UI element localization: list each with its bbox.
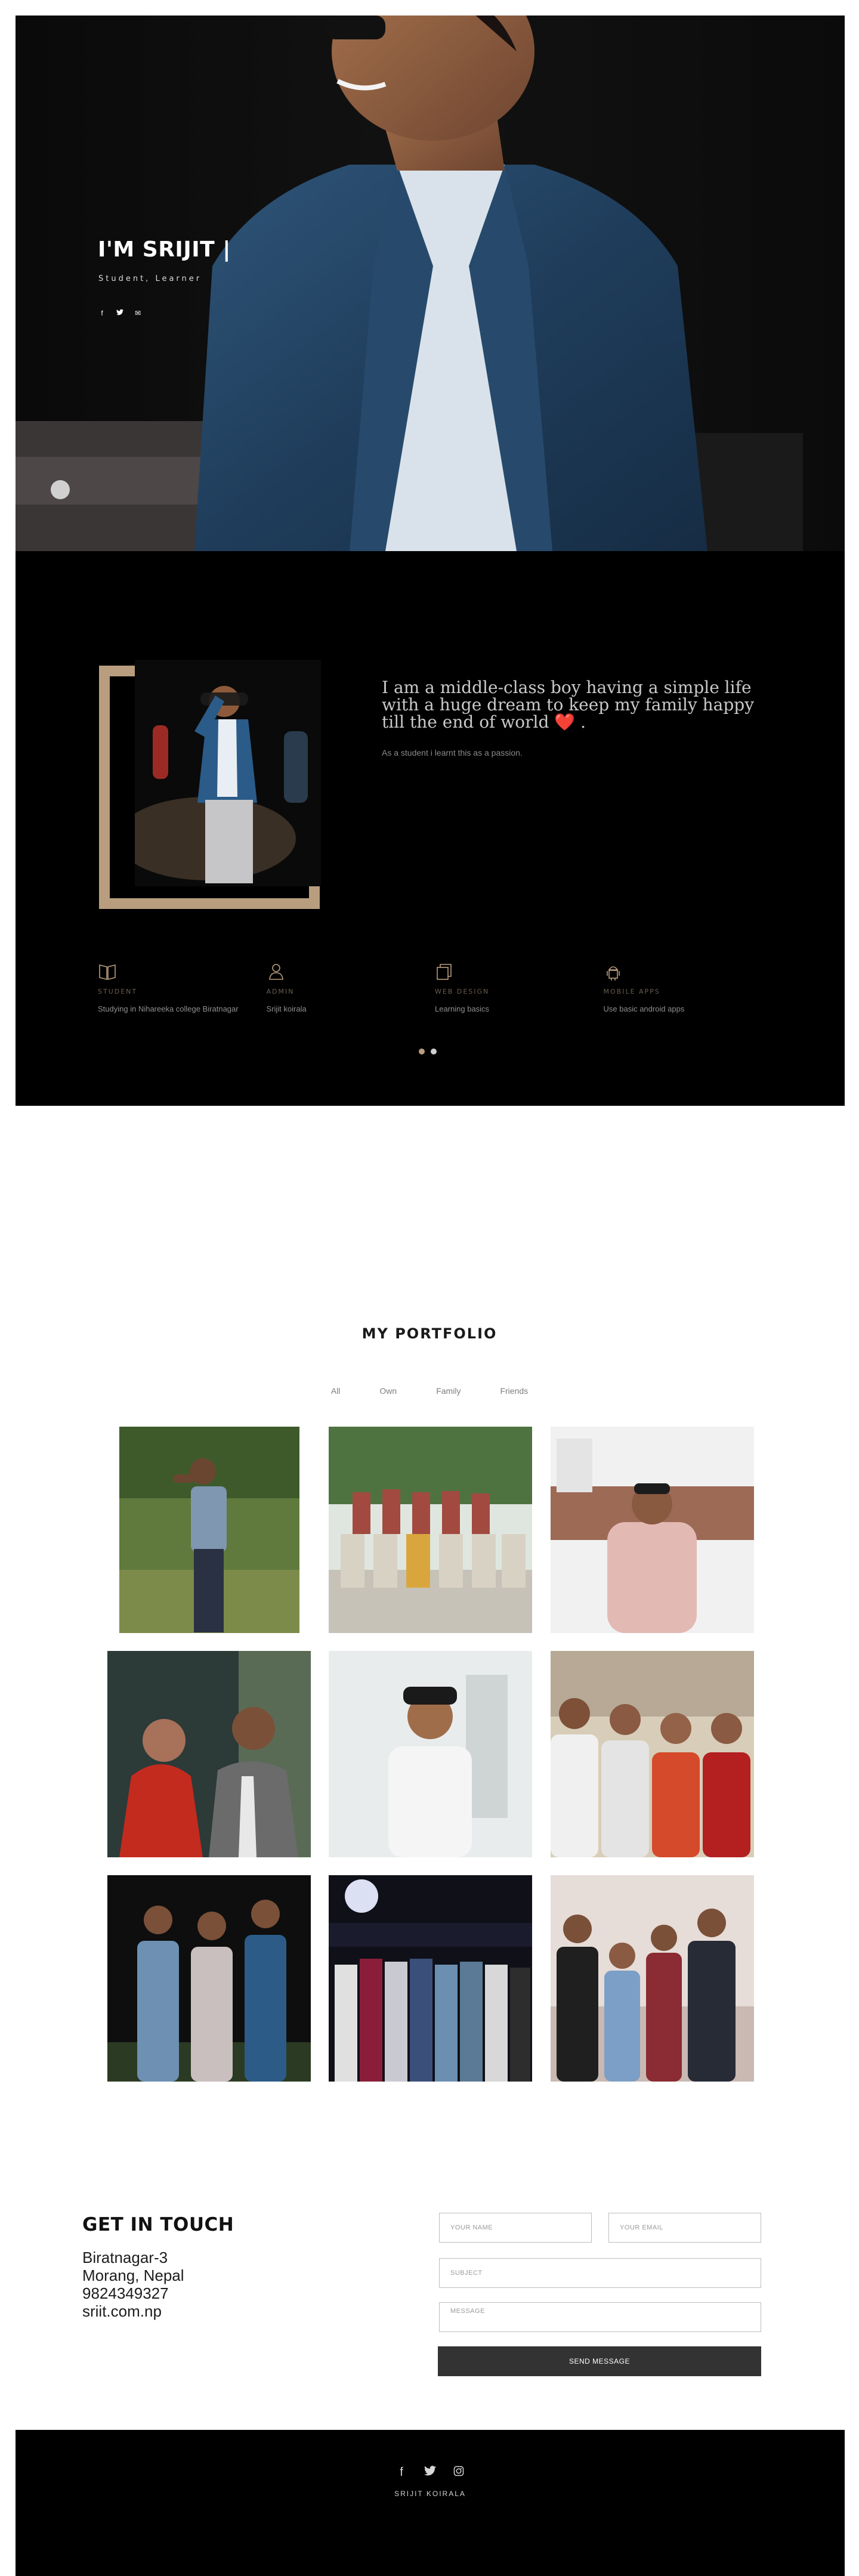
skill-title: ADMIN [266,988,295,995]
carousel-dot-2[interactable] [431,1049,437,1054]
carousel-dots [419,1049,437,1054]
skill-admin: ADMIN Srijit koirala [267,961,435,1015]
footer: f SRIJIT KOIRALA [16,2430,845,2576]
filter-friends[interactable]: Friends [500,1386,528,1396]
skill-text: Studying in Nihareeka college Biratnagar [98,1004,239,1013]
facebook-icon[interactable]: f [395,2466,407,2480]
contact-phone: 9824349327 [82,2284,169,2302]
instagram-icon[interactable] [453,2466,465,2480]
email-field[interactable] [608,2213,761,2243]
skill-text: Srijit koirala [266,1004,307,1013]
skill-text: Learning basics [435,1004,490,1013]
message-field[interactable] [439,2302,761,2332]
contact-website: sriit.com.np [82,2302,162,2320]
portfolio-image[interactable] [551,1651,754,1857]
heart-icon: ❤️ [554,712,576,732]
portfolio-image[interactable] [329,1427,532,1633]
android-icon [606,966,620,981]
facebook-icon[interactable]: f [98,309,106,317]
about-quote: I am a middle-class boy having a simple … [382,679,775,731]
admin-icon [268,964,283,980]
portfolio-image[interactable] [107,1875,311,2082]
portfolio-image[interactable] [329,1875,532,2082]
contact-details: Biratnagar-3 Morang, Nepal 9824349327 sr… [82,2249,184,2320]
book-icon [99,964,116,981]
filter-all[interactable]: All [331,1386,341,1396]
skills-row: STUDENT Studying in Nihareeka college Bi… [98,961,772,1015]
twitter-icon[interactable] [116,309,123,317]
skill-title: WEB DESIGN [435,988,490,995]
hero-title: I'M SRIJIT | [98,237,231,262]
skill-student: STUDENT Studying in Nihareeka college Bi… [98,961,267,1015]
page: I'M SRIJIT | Student, Learner f ✉ I am a… [0,0,859,2576]
filter-family[interactable]: Family [436,1386,461,1396]
portfolio-filters: All Own Family Friends [0,1386,859,1396]
about-note: As a student i learnt this as a passion. [382,748,523,757]
carousel-dot-1[interactable] [419,1049,425,1054]
portfolio-image[interactable] [551,1875,754,2082]
contact-address-line: Biratnagar-3 [82,2249,168,2266]
about-photo [135,660,321,886]
footer-name: SRIJIT KOIRALA [394,2490,466,2498]
contact-address-line: Morang, Nepal [82,2266,184,2284]
hero-section: I'M SRIJIT | Student, Learner f ✉ [16,16,845,551]
about-section: I am a middle-class boy having a simple … [16,551,845,1106]
hero-social-links: f ✉ [98,309,141,317]
footer-social-links: f [16,2466,845,2480]
skill-mobile-apps: MOBILE APPS Use basic android apps [604,961,773,1015]
contact-title: GET IN TOUCH [82,2214,234,2235]
skill-text: Use basic android apps [603,1004,685,1013]
subject-field[interactable] [439,2258,761,2288]
skill-title: STUDENT [98,988,138,995]
portfolio-image[interactable] [119,1427,299,1633]
name-field[interactable] [439,2213,592,2243]
email-icon[interactable]: ✉ [134,309,141,317]
hero-photo [16,16,845,551]
portfolio-image[interactable] [551,1427,754,1633]
web-design-icon [437,964,452,980]
send-message-button[interactable]: SEND MESSAGE [438,2346,761,2376]
filter-own[interactable]: Own [379,1386,397,1396]
about-quote-end: . [580,712,586,732]
skill-web-design: WEB DESIGN Learning basics [435,961,604,1015]
portfolio-image[interactable] [329,1651,532,1857]
twitter-icon[interactable] [424,2466,436,2480]
portfolio-image[interactable] [107,1651,311,1857]
skill-title: MOBILE APPS [603,988,660,995]
hero-subtitle: Student, Learner [98,274,202,283]
portfolio-title: MY PORTFOLIO [361,1325,498,1342]
